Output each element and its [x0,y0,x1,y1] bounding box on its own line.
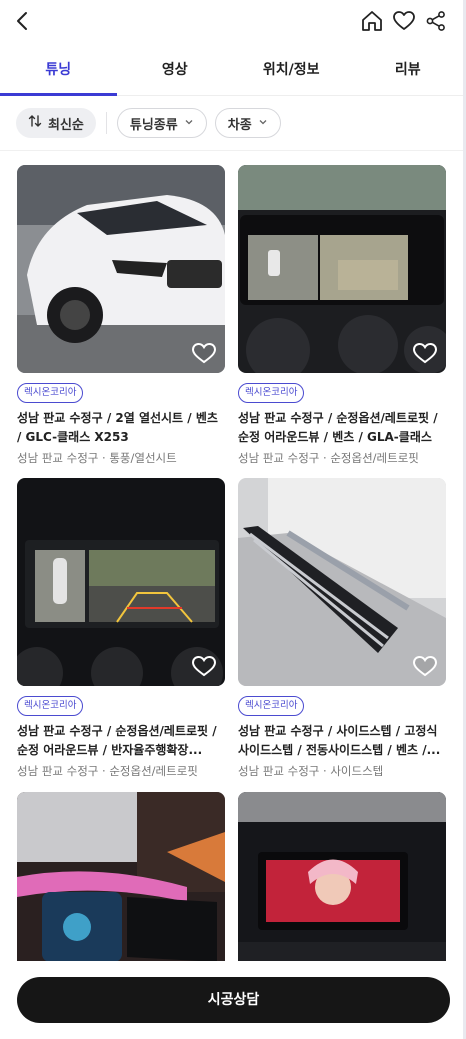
card-title[interactable]: 성남 판교 수정구 / 순정옵션/레트로핏 / 순정 어라운드뷰 / 반자율주행… [17,722,225,760]
tuning-type-label: 튜닝종류 [129,117,178,133]
card-thumbnail[interactable] [17,478,225,686]
tab-location-info[interactable]: 위치/정보 [233,52,350,95]
card-thumbnail[interactable] [238,165,446,373]
tuning-card[interactable]: 렉시온코리아 성남 판교 수정구 / 순정옵션/레트로핏 / 순정 어라운드뷰 … [238,165,446,466]
tab-bar: 튜닝 영상 위치/정보 리뷰 [0,52,466,96]
car-type-dropdown[interactable]: 차종 [214,108,281,138]
heart-icon[interactable] [412,341,438,365]
share-icon[interactable] [424,8,448,34]
chevron-down-icon [258,116,268,131]
tab-review[interactable]: 리뷰 [350,52,466,95]
header-actions [360,8,448,34]
tuning-card[interactable]: 렉시온코리아 성남 판교 수정구 / 순정옵션/레트로핏 / 순정 어라운드뷰 … [17,478,225,779]
tab-tuning[interactable]: 튜닝 [0,52,117,96]
shop-badge: 렉시온코리아 [17,696,84,716]
card-subtitle: 성남 판교 수정구 · 사이드스텝 [238,764,384,778]
sort-icon [28,114,42,132]
tuning-card[interactable]: 렉시온코리아 성남 판교 수정구 / 2열 열선시트 / 벤츠 / GLC-클래… [17,165,225,466]
tuning-card[interactable]: 렉시온코리아 성남 판교 수정구 / 사이드스텝 / 고정식 사이드스텝 / 전… [238,478,446,779]
heart-icon[interactable] [412,654,438,678]
chevron-left-icon[interactable] [10,8,36,34]
card-subtitle: 성남 판교 수정구 · 순정옵션/레트로핏 [238,451,419,465]
card-thumbnail[interactable] [238,478,446,686]
card-title[interactable]: 성남 판교 수정구 / 순정옵션/레트로핏 / 순정 어라운드뷰 / 벤츠 / … [238,409,446,447]
filter-divider [105,112,107,134]
shop-badge: 렉시온코리아 [17,383,84,403]
heart-icon[interactable] [392,8,416,34]
bottom-action-bar: 시공상담 [0,961,466,1039]
sort-chip[interactable]: 최신순 [16,108,96,138]
heart-icon[interactable] [191,654,217,678]
card-subtitle: 성남 판교 수정구 · 통풍/열선시트 [17,451,177,465]
shop-badge: 렉시온코리아 [238,696,305,716]
sort-label: 최신순 [48,117,84,133]
top-app-bar [0,0,466,44]
heart-icon[interactable] [191,341,217,365]
shop-badge: 렉시온코리아 [238,383,305,403]
section-divider [0,150,466,151]
chevron-down-icon [184,116,194,131]
tab-video[interactable]: 영상 [117,52,234,95]
tuning-type-dropdown[interactable]: 튜닝종류 [116,108,207,138]
car-type-label: 차종 [227,117,252,133]
card-thumbnail[interactable] [17,165,225,373]
card-subtitle: 성남 판교 수정구 · 순정옵션/레트로핏 [17,764,198,778]
card-title[interactable]: 성남 판교 수정구 / 사이드스텝 / 고정식 사이드스텝 / 전동사이드스텝 … [238,722,446,760]
consultation-button[interactable]: 시공상담 [17,977,450,1023]
filter-bar: 최신순 튜닝종류 차종 [16,108,281,138]
home-icon[interactable] [360,8,384,34]
card-title[interactable]: 성남 판교 수정구 / 2열 열선시트 / 벤츠 / GLC-클래스 X253 [17,409,225,447]
